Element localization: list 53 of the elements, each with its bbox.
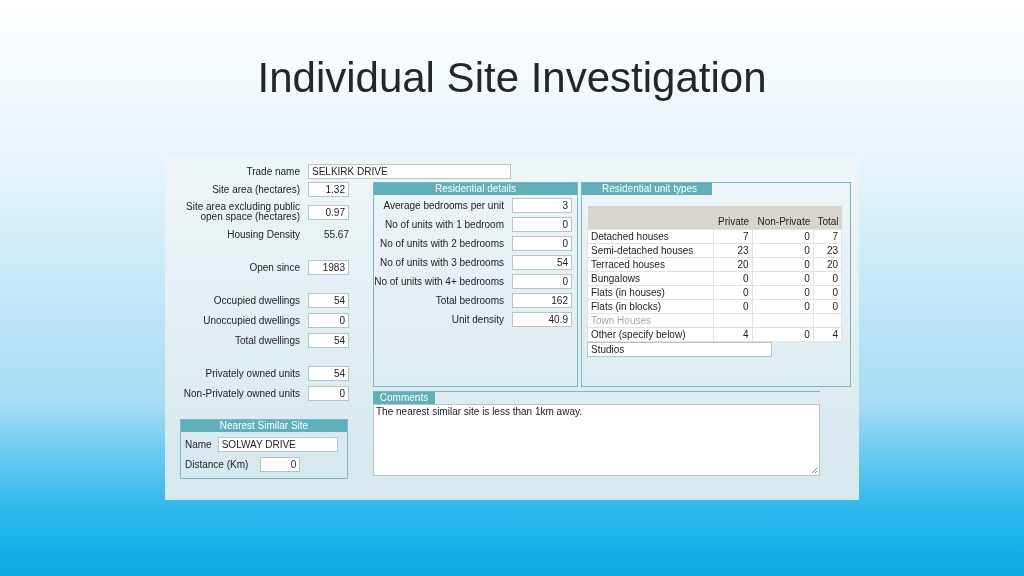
field-label: Site area (hectares): [211, 184, 300, 195]
field-label: No of units with 1 bedroom: [384, 219, 504, 230]
field-label: Unit density: [450, 314, 504, 325]
input-field[interactable]: 54: [308, 333, 349, 348]
input-field[interactable]: 54: [308, 293, 349, 308]
input-field[interactable]: SELKIRK DRIVE: [308, 164, 511, 179]
input-field[interactable]: 1983: [308, 260, 349, 275]
input-field[interactable]: 0: [512, 217, 572, 232]
input-field[interactable]: 40.9: [512, 312, 572, 327]
field-label: Total bedrooms: [434, 295, 504, 306]
field-label: No of units with 3 bedrooms: [379, 257, 504, 268]
input-field[interactable]: 1.32: [308, 182, 349, 197]
table-cell: 0: [752, 229, 814, 244]
field-label: Occupied dwellings: [212, 295, 300, 306]
field-label: Privately owned units: [204, 368, 300, 379]
value-text: 55.67: [322, 229, 350, 240]
column-header: Private: [713, 206, 753, 230]
table-cell: 7: [713, 229, 753, 244]
input-field[interactable]: 0: [512, 236, 572, 251]
field-label: Average bedrooms per unit: [382, 200, 504, 211]
section-header: Comments: [373, 392, 435, 404]
field-label: No of units with 2 bedrooms: [379, 238, 504, 249]
table-cell: Detached houses: [587, 229, 714, 244]
slide-title: Individual Site Investigation: [257, 53, 767, 102]
section-header: Residential unit types: [582, 183, 712, 195]
input-field[interactable]: SOLWAY DRIVE: [217, 437, 338, 452]
input-field[interactable]: Studios: [587, 342, 772, 357]
resize-grip-icon[interactable]: [811, 467, 818, 474]
field-label: Open since: [248, 262, 300, 273]
table-cell: 7: [813, 229, 842, 244]
field-label: No of units with 4+ bedrooms: [374, 276, 504, 287]
field-label: Housing Density: [226, 229, 300, 240]
input-field[interactable]: 54: [512, 255, 572, 270]
comments-field[interactable]: The nearest similar site is less than 1km away.: [373, 404, 820, 476]
column-header: Total: [813, 206, 842, 230]
field-label: Unoccupied dwellings: [202, 315, 300, 326]
field-label: Trade name: [245, 166, 300, 177]
input-field[interactable]: 0: [308, 313, 349, 328]
field-label: Distance (Km): [185, 459, 249, 470]
input-field[interactable]: 3: [512, 198, 572, 213]
section-header: Nearest Similar Site: [181, 420, 347, 432]
field-label: Total dwellings: [233, 335, 300, 346]
input-field[interactable]: 0: [260, 457, 301, 472]
field-label: Non-Privately owned units: [182, 388, 300, 399]
field-label: Site area excluding public open space (hectares): [185, 202, 300, 222]
section-header: Residential details: [374, 183, 577, 195]
column-header: Non-Private: [752, 206, 814, 230]
input-field[interactable]: 54: [308, 366, 349, 381]
field-label: Name: [185, 439, 212, 450]
input-field[interactable]: 0: [308, 386, 349, 401]
input-field[interactable]: 0.97: [308, 204, 349, 220]
input-field[interactable]: 0: [512, 274, 572, 289]
input-field[interactable]: 162: [512, 293, 572, 308]
